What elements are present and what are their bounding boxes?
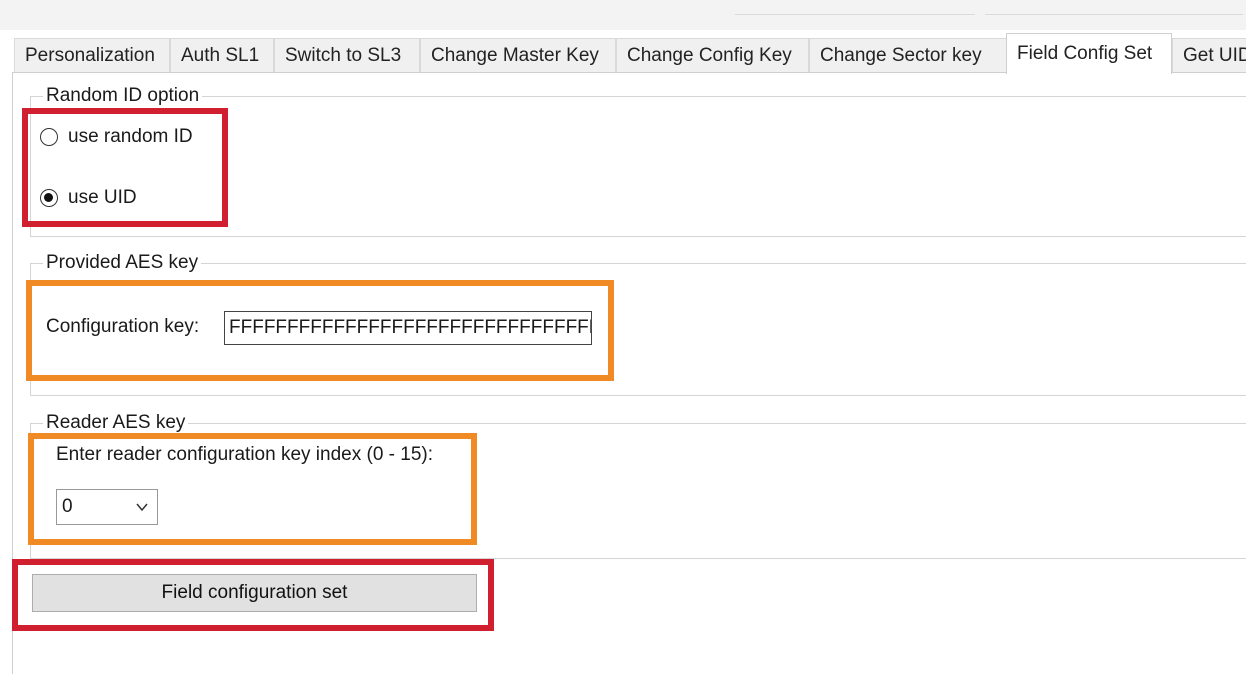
top-divider-right [985,14,1243,15]
reader-key-index-value: 0 [62,496,73,517]
radio-unchecked-icon[interactable] [40,128,58,146]
top-divider-left [735,14,975,15]
field-configuration-set-button[interactable]: Field configuration set [32,574,477,612]
provided-aes-key-legend: Provided AES key [43,251,202,275]
tab-change-sector-key[interactable]: Change Sector key [809,38,1008,72]
reader-key-index-label: Enter reader configuration key index (0 … [56,444,434,465]
configuration-key-input[interactable]: FFFFFFFFFFFFFFFFFFFFFFFFFFFFFFFF [224,311,592,345]
tab-field-config-set[interactable]: Field Config Set [1006,33,1172,74]
tab-change-master-key[interactable]: Change Master Key [420,38,616,72]
chevron-down-icon[interactable] [135,500,149,514]
tab-switch-to-sl3[interactable]: Switch to SL3 [274,38,420,72]
tab-bar: Personalization Auth SL1 Switch to SL3 C… [14,33,1246,74]
tab-personalization[interactable]: Personalization [14,38,170,72]
radio-checked-icon[interactable] [40,189,58,207]
tab-get-uid[interactable]: Get UID [1172,38,1246,72]
radio-use-random-id[interactable]: use random ID [40,122,193,152]
reader-key-index-select[interactable]: 0 [56,489,158,525]
radio-use-random-id-label: use random ID [68,126,193,147]
radio-use-uid-label: use UID [68,187,137,208]
configuration-key-label: Configuration key: [46,316,200,337]
provided-aes-key-group: Provided AES key [30,251,1246,396]
window-top-strip [0,0,1246,30]
radio-use-uid[interactable]: use UID [40,183,137,213]
random-id-group: Random ID option [30,84,1246,237]
random-id-legend: Random ID option [43,84,203,108]
tab-auth-sl1[interactable]: Auth SL1 [170,38,274,72]
tab-change-config-key[interactable]: Change Config Key [616,38,809,72]
reader-aes-key-legend: Reader AES key [43,411,189,435]
